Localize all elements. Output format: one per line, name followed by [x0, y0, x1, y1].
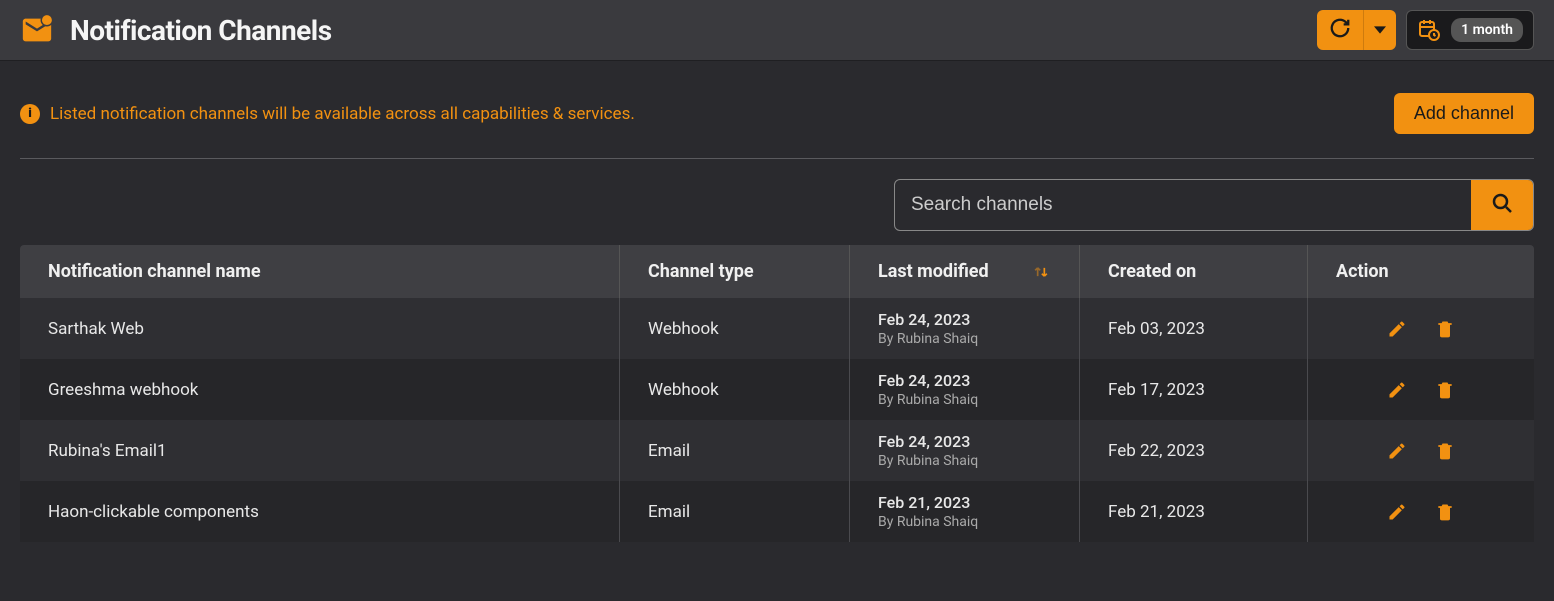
cell-name: Greeshma webhook [20, 359, 620, 420]
modified-by: By Rubina Shaiq [878, 331, 1051, 347]
cell-modified: Feb 24, 2023 By Rubina Shaiq [850, 298, 1080, 359]
modified-by: By Rubina Shaiq [878, 514, 1051, 530]
refresh-dropdown[interactable] [1363, 10, 1396, 50]
cell-type: Email [620, 481, 850, 542]
modified-date: Feb 21, 2023 [878, 493, 1051, 512]
search-row [20, 179, 1534, 231]
delete-icon[interactable] [1435, 502, 1455, 522]
cell-type: Email [620, 420, 850, 481]
edit-icon[interactable] [1387, 380, 1407, 400]
refresh-icon [1329, 17, 1351, 43]
cell-type: Webhook [620, 298, 850, 359]
edit-icon[interactable] [1387, 502, 1407, 522]
notification-logo-icon [20, 13, 54, 47]
info-text: Listed notification channels will be ava… [50, 104, 635, 124]
delete-icon[interactable] [1435, 380, 1455, 400]
cell-modified: Feb 24, 2023 By Rubina Shaiq [850, 359, 1080, 420]
refresh-group [1317, 10, 1396, 50]
edit-icon[interactable] [1387, 441, 1407, 461]
th-action: Action [1308, 245, 1534, 298]
header-left: Notification Channels [20, 13, 332, 47]
cell-action [1308, 298, 1534, 359]
edit-icon[interactable] [1387, 319, 1407, 339]
table-header: Notification channel name Channel type L… [20, 245, 1534, 298]
time-range-label: 1 month [1451, 18, 1523, 42]
info-left: i Listed notification channels will be a… [20, 104, 635, 124]
cell-action [1308, 420, 1534, 481]
th-modified[interactable]: Last modified [850, 245, 1080, 298]
calendar-clock-icon [1417, 18, 1441, 42]
table-row: Rubina's Email1Email Feb 24, 2023 By Rubin… [20, 420, 1534, 481]
cell-action [1308, 359, 1534, 420]
table-row: Greeshma webhookWebhook Feb 24, 2023 By Ru… [20, 359, 1534, 420]
cell-modified: Feb 24, 2023 By Rubina Shaiq [850, 420, 1080, 481]
delete-icon[interactable] [1435, 319, 1455, 339]
time-range-selector[interactable]: 1 month [1406, 10, 1534, 50]
cell-created: Feb 17, 2023 [1080, 359, 1308, 420]
channels-table: Notification channel name Channel type L… [20, 245, 1534, 542]
th-created[interactable]: Created on [1080, 245, 1308, 298]
refresh-button[interactable] [1317, 10, 1363, 50]
table-row: Sarthak WebWebhook Feb 24, 2023 By Rubina … [20, 298, 1534, 359]
header-right: 1 month [1317, 10, 1534, 50]
search-button[interactable] [1471, 180, 1533, 230]
table-row: Haon-clickable componentsEmailFeb 21, 20… [20, 481, 1534, 542]
modified-date: Feb 24, 2023 [878, 310, 1051, 329]
delete-icon[interactable] [1435, 441, 1455, 461]
sort-icon [1031, 262, 1051, 282]
cell-action [1308, 481, 1534, 542]
modified-by: By Rubina Shaiq [878, 392, 1051, 408]
cell-name: Haon-clickable components [20, 481, 620, 542]
cell-created: Feb 21, 2023 [1080, 481, 1308, 542]
content: i Listed notification channels will be a… [0, 61, 1554, 562]
th-type[interactable]: Channel type [620, 245, 850, 298]
page-header: Notification Channels [0, 0, 1554, 61]
modified-date: Feb 24, 2023 [878, 371, 1051, 390]
search-icon [1490, 191, 1514, 219]
caret-down-icon [1374, 21, 1386, 40]
info-row: i Listed notification channels will be a… [20, 81, 1534, 159]
info-icon: i [20, 104, 40, 124]
cell-created: Feb 03, 2023 [1080, 298, 1308, 359]
search-wrap [894, 179, 1534, 231]
table-body: Sarthak WebWebhook Feb 24, 2023 By Rubina … [20, 298, 1534, 542]
cell-name: Sarthak Web [20, 298, 620, 359]
cell-created: Feb 22, 2023 [1080, 420, 1308, 481]
modified-by: By Rubina Shaiq [878, 453, 1051, 469]
cell-type: Webhook [620, 359, 850, 420]
add-channel-button[interactable]: Add channel [1394, 93, 1534, 134]
search-input[interactable] [895, 180, 1471, 230]
page-title: Notification Channels [70, 14, 332, 47]
cell-name: Rubina's Email1 [20, 420, 620, 481]
th-name[interactable]: Notification channel name [20, 245, 620, 298]
modified-date: Feb 24, 2023 [878, 432, 1051, 451]
cell-modified: Feb 21, 2023 By Rubina Shaiq [850, 481, 1080, 542]
